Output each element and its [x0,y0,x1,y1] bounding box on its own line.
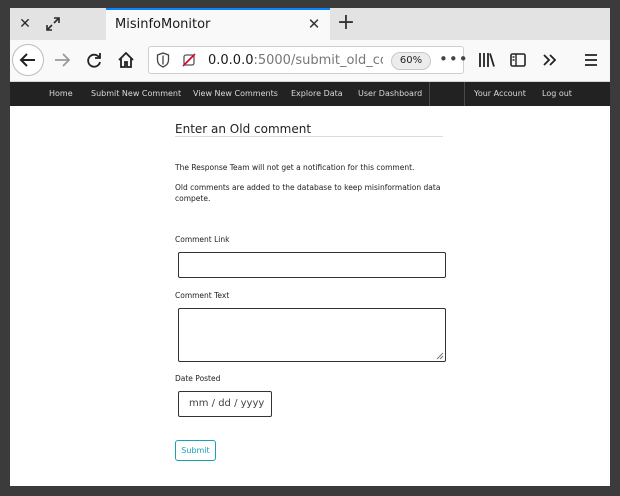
nav-user-dashboard[interactable]: User Dashboard [358,82,422,106]
submit-button[interactable]: Submit [175,440,216,461]
nav-your-account[interactable]: Your Account [474,82,526,106]
reload-icon[interactable] [83,50,105,72]
forward-icon[interactable] [51,50,73,72]
nav-divider [464,82,465,106]
page-actions-icon[interactable]: ••• [439,50,469,68]
tracking-off-icon[interactable] [181,52,197,72]
page-title: Enter an Old comment [175,122,312,136]
fullscreen-icon[interactable] [44,15,62,33]
nav-view-new-comments[interactable]: View New Comments [193,82,278,106]
library-icon[interactable] [476,50,498,72]
page-content: Enter an Old comment The Response Team w… [10,106,610,486]
date-posted-input[interactable]: mm / dd / yyyy [178,391,272,417]
tab-title: MisinfoMonitor [115,17,211,32]
title-divider [175,136,443,137]
home-icon[interactable] [115,50,137,72]
shield-icon[interactable] [156,52,170,72]
notification-note: The Response Team will not get a notific… [175,163,415,172]
url-bar[interactable]: 0.0.0.0:5000/submit_old_comm 60% ••• [148,46,468,74]
tab-close-icon[interactable]: ✕ [306,16,322,32]
tab-strip: ✕ MisinfoMonitor ✕ + [10,8,610,40]
comment-text-label: Comment Text [175,291,230,300]
comment-link-input[interactable] [178,252,446,278]
overflow-icon[interactable] [539,50,561,72]
zoom-level[interactable]: 60% [391,52,431,70]
back-button[interactable] [12,44,44,76]
nav-home[interactable]: Home [49,82,73,106]
resize-handle-icon[interactable] [436,352,444,360]
site-navbar: Home Submit New Comment View New Comment… [10,82,610,106]
new-tab-icon[interactable]: + [336,12,356,34]
nav-log-out[interactable]: Log out [542,82,572,106]
active-tab[interactable]: MisinfoMonitor ✕ [106,8,330,40]
nav-toolbar: 0.0.0.0:5000/submit_old_comm 60% ••• [10,40,610,82]
date-posted-label: Date Posted [175,374,221,383]
database-note: Old comments are added to the database t… [175,183,441,203]
nav-divider [429,82,430,106]
sidebar-icon[interactable] [507,50,529,72]
browser-window: ✕ MisinfoMonitor ✕ + 0.0.0.0:5000/submit… [10,8,610,486]
nav-explore-data[interactable]: Explore Data [291,82,343,106]
url-path: :5000/submit_old_comm [253,53,383,68]
back-icon [19,53,35,67]
comment-text-input[interactable] [178,308,446,362]
comment-link-label: Comment Link [175,235,230,244]
date-placeholder: mm / dd / yyyy [189,398,265,409]
nav-submit-new-comment[interactable]: Submit New Comment [91,82,181,106]
url-host: 0.0.0.0 [208,53,254,68]
url-text[interactable]: 0.0.0.0:5000/submit_old_comm [208,53,383,68]
close-icon[interactable]: ✕ [16,15,34,33]
menu-icon[interactable] [580,50,602,72]
